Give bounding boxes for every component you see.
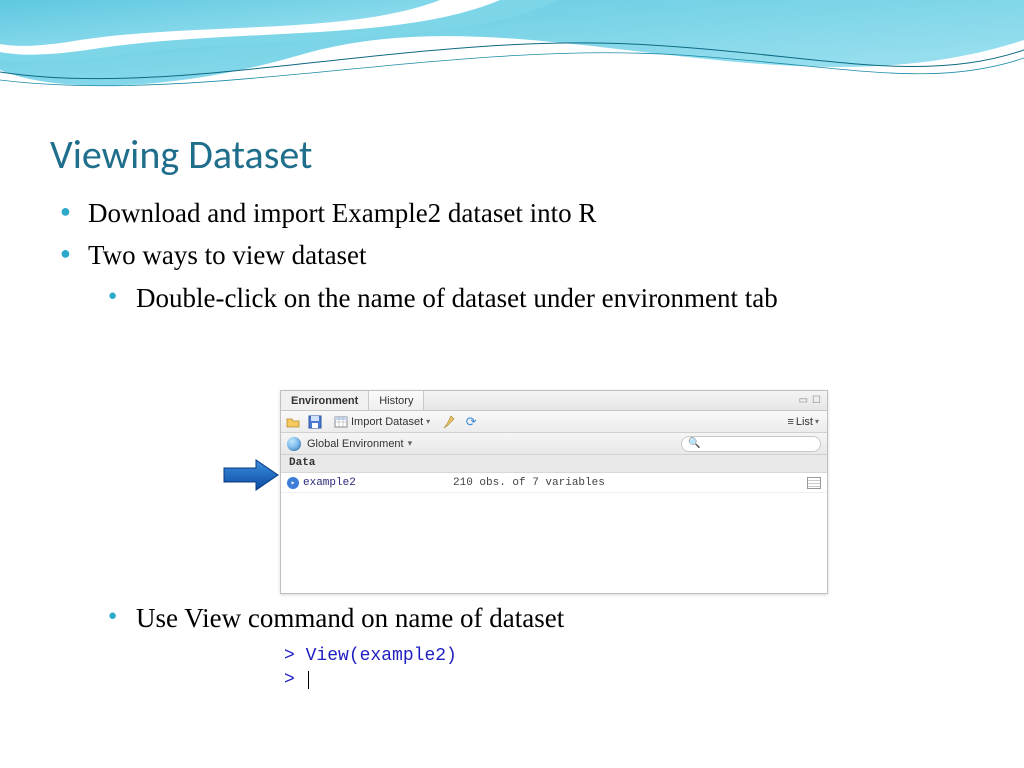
sub-bullet-2: Use View command on name of dataset xyxy=(108,600,564,636)
chevron-down-icon: ▾ xyxy=(815,417,819,426)
sub-bullet-1: Double-click on the name of dataset unde… xyxy=(108,280,964,316)
open-icon[interactable] xyxy=(285,414,301,430)
globe-icon xyxy=(287,437,301,451)
slide-title: Viewing Dataset xyxy=(50,130,312,179)
save-icon[interactable] xyxy=(307,414,323,430)
sub-list-2: Use View command on name of dataset xyxy=(108,600,564,636)
slide: Viewing Dataset Download and import Exam… xyxy=(0,0,1024,768)
object-name: example2 xyxy=(303,477,453,489)
list-label: List xyxy=(796,416,813,428)
grid-icon[interactable] xyxy=(807,477,821,489)
scope-bar: Global Environment ▾ 🔍 xyxy=(281,433,827,455)
data-row-example2[interactable]: ▸ example2 210 obs. of 7 variables xyxy=(281,473,827,493)
object-description: 210 obs. of 7 variables xyxy=(453,477,807,489)
chevron-down-icon: ▾ xyxy=(408,438,413,449)
wave-header xyxy=(0,0,1024,130)
sub-list: Double-click on the name of dataset unde… xyxy=(88,280,964,316)
bullet-2: Two ways to view dataset Double-click on… xyxy=(60,237,964,316)
expand-icon[interactable]: ▸ xyxy=(287,477,299,489)
search-icon: 🔍 xyxy=(688,438,700,449)
import-label: Import Dataset xyxy=(351,416,423,428)
arrow-icon xyxy=(222,458,282,492)
list-toggle[interactable]: ≡ List ▾ xyxy=(783,415,823,429)
prompt: > xyxy=(284,646,295,666)
cursor-icon xyxy=(308,671,309,689)
content: Download and import Example2 dataset int… xyxy=(60,195,964,322)
console-snippet: > View(example2) > xyxy=(278,640,498,697)
bullet-list: Download and import Example2 dataset int… xyxy=(60,195,964,316)
prompt: > xyxy=(284,670,295,690)
minimize-icon[interactable]: ▭ xyxy=(799,395,808,406)
refresh-icon[interactable]: ⟳ xyxy=(463,414,479,430)
environment-panel: Environment History ▭ ☐ Import Dataset ▾ xyxy=(280,390,828,594)
console-line-2: > xyxy=(284,668,492,692)
import-dataset-button[interactable]: Import Dataset ▾ xyxy=(329,413,435,431)
scope-label[interactable]: Global Environment xyxy=(307,438,404,450)
console-command: View(example2) xyxy=(306,646,457,666)
panel-tabs: Environment History ▭ ☐ xyxy=(281,391,827,411)
tab-history[interactable]: History xyxy=(369,391,424,410)
search-input[interactable]: 🔍 xyxy=(681,436,821,452)
panel-toolbar: Import Dataset ▾ ⟳ ≡ List ▾ xyxy=(281,411,827,433)
maximize-icon[interactable]: ☐ xyxy=(812,395,821,406)
chevron-down-icon: ▾ xyxy=(426,417,430,426)
bullet-1: Download and import Example2 dataset int… xyxy=(60,195,964,231)
tab-environment[interactable]: Environment xyxy=(281,391,369,410)
data-section-header: Data xyxy=(281,455,827,473)
bullet-2-text: Two ways to view dataset xyxy=(88,240,367,270)
console-line-1: > View(example2) xyxy=(284,644,492,668)
window-controls: ▭ ☐ xyxy=(799,391,827,410)
broom-icon[interactable] xyxy=(441,414,457,430)
